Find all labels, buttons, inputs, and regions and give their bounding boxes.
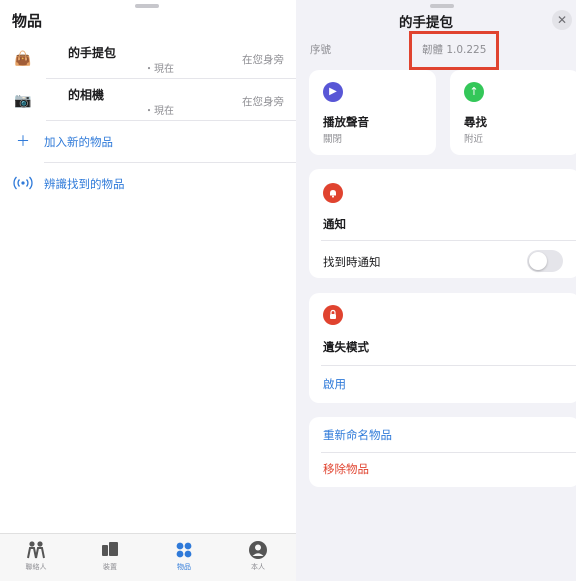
item-detail-sheet: 的手提包 ✕ 序號 韌體 1.0.225 ▶ 播放聲音 關閉 ↑ 尋找 附近 通… (296, 0, 576, 581)
item-name: 的相機 (68, 88, 105, 102)
play-icon: ▶ (323, 82, 343, 102)
play-sound-title: 播放聲音 (323, 115, 369, 129)
panel-grabber[interactable] (135, 4, 159, 8)
notify-when-found-label: 找到時通知 (323, 255, 381, 269)
divider (321, 240, 576, 241)
people-icon (6, 540, 66, 560)
item-time: ・現在 (144, 64, 174, 75)
notify-when-found-toggle[interactable] (527, 250, 563, 272)
divider (46, 120, 296, 121)
handbag-icon: 👜 (14, 51, 32, 67)
highlight-annotation (409, 31, 499, 70)
camera-icon: 📷 (14, 93, 32, 109)
identify-item-label: 辨識找到的物品 (44, 177, 125, 191)
rename-item-link[interactable]: 重新命名物品 (323, 427, 392, 443)
radio-waves-icon (12, 175, 34, 193)
play-sound-status: 關閉 (323, 134, 343, 145)
tab-me[interactable]: 本人 (228, 540, 288, 576)
notifications-title: 通知 (323, 217, 346, 231)
tab-items[interactable]: 物品 (154, 540, 214, 576)
divider (46, 78, 296, 79)
sheet-grabber[interactable] (430, 4, 454, 8)
item-location: 在您身旁 (242, 96, 284, 108)
notifications-card: 通知 找到時通知 (309, 169, 576, 278)
divider (321, 452, 576, 453)
find-title: 尋找 (464, 115, 487, 129)
divider (321, 365, 576, 366)
item-name: 的手提包 (68, 46, 117, 60)
close-button[interactable]: ✕ (552, 10, 572, 30)
remove-item-link[interactable]: 移除物品 (323, 461, 369, 477)
tab-people[interactable]: 聯絡人 (6, 540, 66, 576)
tab-devices[interactable]: 裝置 (80, 540, 140, 576)
toggle-knob (529, 252, 547, 270)
person-icon (228, 540, 288, 560)
arrow-up-icon: ↑ (464, 82, 484, 102)
list-item-handbag[interactable]: 👜 的手提包 ・現在 在您身旁 (0, 38, 296, 80)
play-sound-card[interactable]: ▶ 播放聲音 關閉 (309, 70, 436, 155)
add-item-button[interactable]: ＋ 加入新的物品 (0, 127, 296, 157)
tab-label: 物品 (177, 563, 191, 571)
lost-mode-card: 遺失模式 啟用 (309, 293, 576, 403)
lock-icon (323, 305, 343, 325)
tab-label: 聯絡人 (25, 563, 47, 571)
bell-icon (323, 183, 343, 203)
devices-icon (80, 540, 140, 560)
enable-lost-mode-link[interactable]: 啟用 (323, 376, 346, 392)
divider (44, 162, 296, 163)
list-item-camera[interactable]: 📷 的相機 ・現在 在您身旁 (0, 80, 296, 122)
tab-label: 裝置 (103, 563, 117, 571)
lost-mode-title: 遺失模式 (323, 340, 369, 354)
find-status: 附近 (464, 134, 484, 145)
items-list-panel: 物品 👜 的手提包 ・現在 在您身旁 📷 的相機 ・現在 在您身旁 ＋ 加入新的… (0, 0, 296, 581)
identify-item-button[interactable]: 辨識找到的物品 (0, 169, 296, 199)
item-time: ・現在 (144, 106, 174, 117)
sheet-title: 的手提包 (399, 15, 453, 31)
item-location: 在您身旁 (242, 54, 284, 66)
serial-number-label[interactable]: 序號 (310, 42, 331, 57)
find-card[interactable]: ↑ 尋找 附近 (450, 70, 576, 155)
tab-label: 本人 (251, 563, 265, 571)
tab-bar: 聯絡人 裝置 物品 本人 (0, 533, 296, 581)
page-title: 物品 (12, 12, 43, 30)
item-actions-card: 重新命名物品 移除物品 (309, 417, 576, 487)
items-icon (154, 540, 214, 560)
plus-icon: ＋ (16, 134, 30, 150)
add-item-label: 加入新的物品 (44, 135, 113, 149)
